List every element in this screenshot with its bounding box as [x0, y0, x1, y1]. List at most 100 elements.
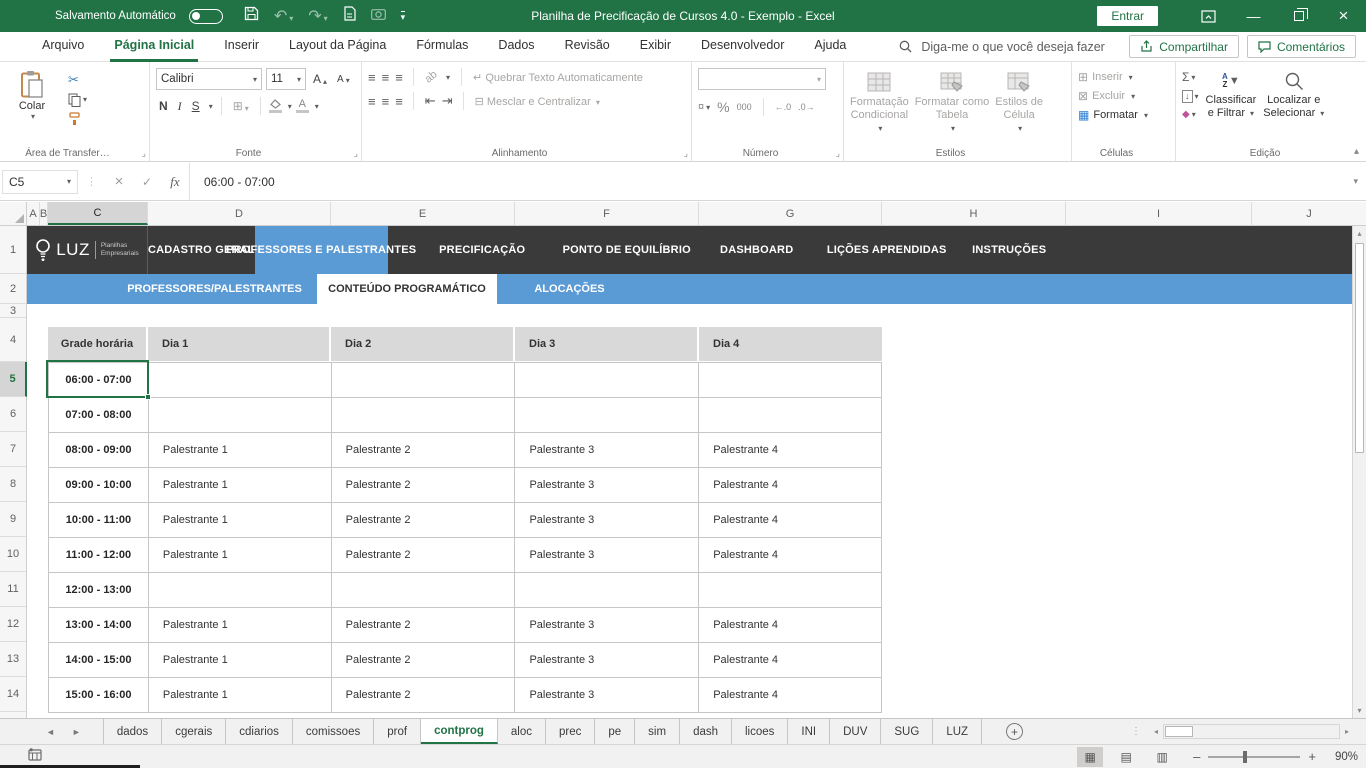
- sheet-tab[interactable]: contprog: [421, 719, 498, 744]
- cell-dia1[interactable]: [149, 573, 332, 608]
- schedule-header-cell[interactable]: Dia 2: [331, 327, 515, 361]
- align-middle-icon[interactable]: ≡: [382, 70, 389, 85]
- ribbon-tab[interactable]: Dados: [494, 32, 538, 62]
- cell-dia4[interactable]: [699, 398, 882, 433]
- sheet-tab[interactable]: prec: [546, 719, 595, 744]
- prev-sheet-icon[interactable]: ◄: [46, 727, 55, 737]
- share-button[interactable]: Compartilhar: [1129, 35, 1239, 58]
- macro-record-icon[interactable]: [28, 748, 42, 766]
- ribbon-tab[interactable]: Layout da Página: [285, 32, 390, 62]
- scroll-up-icon[interactable]: ▴: [1353, 226, 1366, 241]
- workbook-nav-tab[interactable]: PRECIFICAÇÃO: [388, 226, 577, 274]
- cell-dia3[interactable]: [515, 398, 699, 433]
- row-header[interactable]: 5: [0, 362, 27, 397]
- align-left-icon[interactable]: ≡: [368, 94, 375, 109]
- zoom-level[interactable]: 90%: [1326, 751, 1358, 763]
- schedule-header-cell[interactable]: Grade horária: [48, 327, 148, 361]
- cell-time[interactable]: 14:00 - 15:00: [49, 643, 149, 678]
- thousands-format-icon[interactable]: 000: [737, 102, 752, 112]
- cell-time[interactable]: 10:00 - 11:00: [49, 503, 149, 538]
- customize-qat-icon[interactable]: ▾: [401, 11, 406, 21]
- name-box[interactable]: C5▾: [2, 170, 78, 194]
- sheet-tab[interactable]: comissoes: [293, 719, 374, 744]
- cancel-entry-icon[interactable]: ×: [105, 173, 133, 190]
- cell-time[interactable]: 15:00 - 16:00: [49, 678, 149, 713]
- underline-button[interactable]: S: [189, 99, 203, 113]
- currency-format-icon[interactable]: ¤▾: [698, 101, 710, 113]
- minimize-button[interactable]: —: [1231, 0, 1276, 32]
- delete-cells-button[interactable]: ⊠ Excluir▾: [1078, 89, 1169, 103]
- row-header[interactable]: 11: [0, 572, 26, 607]
- sheet-tab[interactable]: sim: [635, 719, 680, 744]
- bold-button[interactable]: N: [156, 99, 171, 113]
- column-header[interactable]: C: [48, 202, 148, 225]
- cell-dia4[interactable]: Palestrante 4: [699, 468, 882, 503]
- row-header[interactable]: 14: [0, 677, 26, 712]
- cell-dia2[interactable]: [332, 398, 516, 433]
- zoom-slider[interactable]: [1208, 756, 1300, 758]
- wrap-text-button[interactable]: ↵ Quebrar Texto Automaticamente: [473, 71, 643, 84]
- row-header[interactable]: 4: [0, 318, 26, 362]
- autosave-toggle[interactable]: [189, 9, 223, 24]
- cell-time[interactable]: 12:00 - 13:00: [49, 573, 149, 608]
- schedule-header-cell[interactable]: Dia 3: [515, 327, 699, 361]
- cell-styles-button[interactable]: Estilos deCélula ▾: [995, 72, 1043, 143]
- cell-dia1[interactable]: Palestrante 1: [149, 643, 332, 678]
- cell-dia3[interactable]: Palestrante 3: [515, 503, 699, 538]
- format-as-table-button[interactable]: Formatar comoTabela ▾: [915, 72, 990, 143]
- cell-dia4[interactable]: Palestrante 4: [699, 433, 882, 468]
- cell-dia4[interactable]: Palestrante 4: [699, 503, 882, 538]
- redo-icon[interactable]: ↷▾: [308, 6, 327, 26]
- paste-button[interactable]: Colar ▾: [6, 70, 58, 121]
- cell-dia2[interactable]: Palestrante 2: [332, 503, 516, 538]
- view-page-break-icon[interactable]: ▥: [1149, 747, 1175, 767]
- scroll-right-icon[interactable]: ▸: [1340, 727, 1354, 736]
- cell-time[interactable]: 09:00 - 10:00: [49, 468, 149, 503]
- section-sub-tab[interactable]: CONTEÚDO PROGRAMÁTICO: [317, 274, 497, 304]
- scroll-left-icon[interactable]: ◂: [1149, 727, 1163, 736]
- vertical-scrollbar-thumb[interactable]: [1355, 243, 1364, 453]
- column-header[interactable]: A: [27, 202, 40, 225]
- autosum-button[interactable]: Σ▾: [1182, 70, 1199, 84]
- decrease-decimal-icon[interactable]: .0→: [798, 102, 815, 112]
- formula-input[interactable]: 06:00 - 07:00: [189, 163, 1345, 200]
- sheet-tab[interactable]: DUV: [830, 719, 881, 744]
- borders-button[interactable]: ⊞▾: [230, 99, 252, 113]
- cell-dia1[interactable]: [149, 363, 332, 398]
- formula-bar-drag-handle[interactable]: ⋮: [78, 175, 105, 188]
- row-header[interactable]: 8: [0, 467, 26, 502]
- cell-dia2[interactable]: Palestrante 2: [332, 608, 516, 643]
- vertical-scrollbar[interactable]: ▴ ▾: [1352, 226, 1366, 718]
- column-header[interactable]: J: [1252, 202, 1366, 225]
- ribbon-tab[interactable]: Desenvolvedor: [697, 32, 788, 62]
- column-header[interactable]: I: [1066, 202, 1252, 225]
- comments-button[interactable]: Comentários: [1247, 35, 1356, 58]
- column-header[interactable]: H: [882, 202, 1066, 225]
- column-header[interactable]: D: [148, 202, 331, 225]
- column-header[interactable]: G: [699, 202, 882, 225]
- find-select-button[interactable]: Localizar e Selecionar ▾: [1263, 68, 1324, 143]
- cell-dia2[interactable]: Palestrante 2: [332, 678, 516, 713]
- italic-button[interactable]: I: [175, 99, 185, 114]
- sheet-tab[interactable]: dados: [103, 719, 162, 744]
- conditional-formatting-button[interactable]: FormataçãoCondicional ▾: [850, 72, 909, 143]
- sheet-tab[interactable]: prof: [374, 719, 421, 744]
- row-header[interactable]: 6: [0, 397, 26, 432]
- font-color-button[interactable]: A: [296, 99, 309, 113]
- dialog-launcher-icon[interactable]: ⌟: [354, 148, 358, 159]
- copy-button[interactable]: ▾: [68, 92, 87, 107]
- clear-button[interactable]: ◆▾: [1182, 109, 1199, 120]
- zoom-in-icon[interactable]: +: [1308, 749, 1316, 764]
- cell-dia2[interactable]: Palestrante 2: [332, 433, 516, 468]
- camera-icon[interactable]: [371, 7, 386, 25]
- cell-dia1[interactable]: Palestrante 1: [149, 678, 332, 713]
- sheet-tab[interactable]: dash: [680, 719, 732, 744]
- row-header[interactable]: 3: [0, 304, 26, 318]
- print-preview-icon[interactable]: [343, 6, 356, 26]
- row-header[interactable]: 2: [0, 274, 26, 304]
- cell-dia4[interactable]: Palestrante 4: [699, 608, 882, 643]
- cell-dia3[interactable]: Palestrante 3: [515, 643, 699, 678]
- sheet-tab[interactable]: licoes: [732, 719, 788, 744]
- font-size-select[interactable]: 11▾: [266, 68, 306, 90]
- cell-dia4[interactable]: [699, 573, 882, 608]
